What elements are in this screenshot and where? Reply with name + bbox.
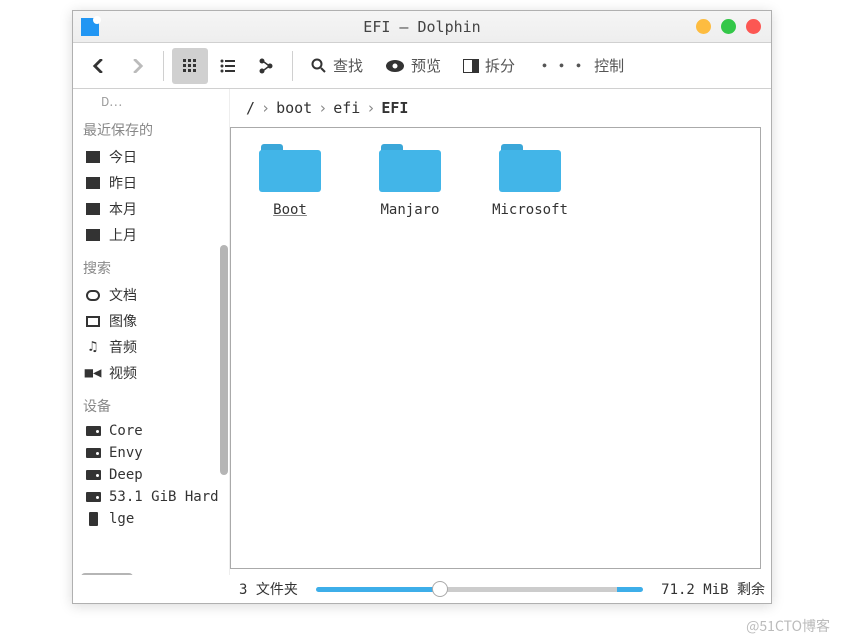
control-button[interactable]: •••控制 (527, 48, 634, 84)
image-icon (86, 316, 100, 327)
titlebar: EFI — Dolphin (73, 11, 771, 43)
folder-boot[interactable]: Boot (245, 144, 335, 218)
sidebar-device-deep[interactable]: Deep (81, 464, 223, 486)
video-icon: ■◀ (85, 367, 101, 379)
folder-manjaro[interactable]: Manjaro (365, 144, 455, 218)
document-icon (86, 290, 100, 301)
files-grid[interactable]: Boot Manjaro Microsoft (230, 127, 761, 569)
sidebar-header-recent: 最近保存的 (83, 120, 223, 140)
drive-icon (86, 470, 101, 480)
content-area: D… 最近保存的 今日 昨日 本月 上月 搜索 文档 图像 ♫音频 ■◀视频 设… (73, 89, 771, 575)
folder-icon (499, 144, 561, 192)
back-button[interactable] (81, 48, 117, 84)
window-title: EFI — Dolphin (363, 18, 480, 36)
sidebar-truncated-item[interactable]: D… (101, 93, 223, 110)
breadcrumb-efi[interactable]: efi (333, 99, 360, 117)
sidebar-item-yesterday[interactable]: 昨日 (81, 170, 223, 196)
eye-icon (385, 59, 405, 73)
forward-button[interactable] (119, 48, 155, 84)
close-button[interactable] (746, 19, 761, 34)
sidebar: D… 最近保存的 今日 昨日 本月 上月 搜索 文档 图像 ♫音频 ■◀视频 设… (73, 89, 229, 575)
window-controls (696, 19, 761, 34)
breadcrumb[interactable]: /›boot›efi›EFI (230, 89, 771, 125)
drive-icon (86, 448, 101, 458)
sidebar-device-lge[interactable]: lge (81, 508, 223, 530)
sidebar-item-this-month[interactable]: 本月 (81, 196, 223, 222)
toolbar: 查找 预览 拆分 •••控制 (73, 43, 771, 89)
sidebar-header-search: 搜索 (83, 258, 223, 278)
sidebar-item-documents[interactable]: 文档 (81, 282, 223, 308)
sidebar-device-hard[interactable]: 53.1 GiB Hard (81, 486, 223, 508)
calendar-icon (86, 203, 100, 215)
sidebar-device-envy[interactable]: Envy (81, 442, 223, 464)
sidebar-item-today[interactable]: 今日 (81, 144, 223, 170)
sidebar-item-video[interactable]: ■◀视频 (81, 360, 223, 386)
breadcrumb-root[interactable]: / (246, 99, 255, 117)
zoom-slider[interactable] (316, 587, 643, 592)
folder-icon (379, 144, 441, 192)
status-space: 71.2 MiB 剩余 (661, 579, 765, 599)
preview-button[interactable]: 预览 (375, 48, 451, 84)
more-icon: ••• (537, 55, 588, 76)
folder-microsoft[interactable]: Microsoft (485, 144, 575, 218)
calendar-icon (86, 151, 100, 163)
view-tree-button[interactable] (248, 48, 284, 84)
breadcrumb-boot[interactable]: boot (276, 99, 312, 117)
sidebar-device-core[interactable]: Core (81, 420, 223, 442)
drive-icon (86, 426, 101, 436)
folder-icon (259, 144, 321, 192)
maximize-button[interactable] (721, 19, 736, 34)
search-button[interactable]: 查找 (301, 48, 373, 84)
search-icon (311, 58, 327, 74)
calendar-icon (86, 229, 100, 241)
watermark: @51CTO博客 (746, 616, 830, 636)
app-icon (81, 18, 99, 36)
sidebar-item-last-month[interactable]: 上月 (81, 222, 223, 248)
sidebar-item-audio[interactable]: ♫音频 (81, 334, 223, 360)
view-list-button[interactable] (210, 48, 246, 84)
view-icons-button[interactable] (172, 48, 208, 84)
sidebar-scrollbar[interactable] (220, 245, 228, 475)
drive-icon (86, 492, 101, 502)
phone-icon (89, 512, 98, 526)
main-pane: /›boot›efi›EFI Boot Manjaro Microsoft (229, 89, 771, 575)
sidebar-scrollbar-h[interactable] (81, 573, 133, 575)
sidebar-item-images[interactable]: 图像 (81, 308, 223, 334)
minimize-button[interactable] (696, 19, 711, 34)
breadcrumb-current[interactable]: EFI (381, 99, 408, 117)
calendar-icon (86, 177, 100, 189)
statusbar: 3 文件夹 71.2 MiB 剩余 (73, 575, 771, 603)
dolphin-window: EFI — Dolphin 查找 预览 拆分 •••控制 D… 最近保存的 今日… (72, 10, 772, 604)
split-icon (463, 59, 479, 73)
sidebar-header-devices: 设备 (83, 396, 223, 416)
split-button[interactable]: 拆分 (453, 48, 525, 84)
status-count: 3 文件夹 (239, 579, 298, 599)
music-icon: ♫ (85, 341, 101, 353)
